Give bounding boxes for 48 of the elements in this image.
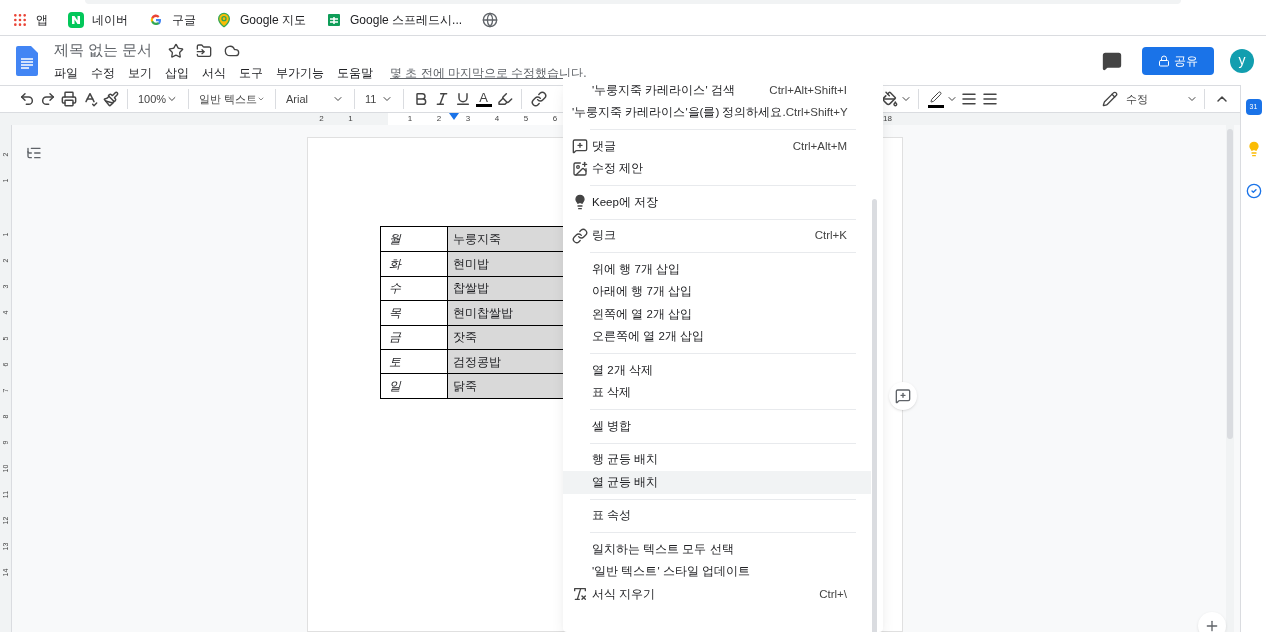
menu-option[interactable]: '일반 텍스트' 스타일 업데이트 (563, 560, 871, 583)
shortcut-label: Ctrl+Alt+M (792, 138, 847, 154)
ruler-number: 1 (347, 113, 354, 125)
ruler-number: 1 (406, 113, 414, 125)
menu-item[interactable]: 수정 (91, 63, 115, 82)
text-color-button[interactable]: A (473, 87, 494, 111)
menu-option[interactable]: Keep에 저장 (563, 191, 871, 214)
menu-item[interactable]: 서식 (202, 63, 226, 82)
menu-option[interactable]: 행 균등 배치 (563, 448, 871, 471)
menu-option[interactable]: 표 속성 (563, 504, 871, 527)
shortcut-label: Ctrl+Shift+Y (785, 105, 848, 121)
style-dropdown[interactable]: 일반 텍스트 (195, 87, 269, 111)
ruler-number: 2 (435, 113, 443, 125)
menu-item[interactable]: 도구 (239, 63, 263, 82)
font-size-dropdown[interactable]: 11 (361, 87, 397, 111)
bookmark[interactable]: 앱 (12, 10, 48, 29)
menu-option[interactable]: 댓글 Ctrl+Alt+M (563, 135, 871, 158)
shortcut-label: Ctrl+Alt+Shift+I (769, 82, 847, 98)
menu-item[interactable]: 삽입 (165, 63, 189, 82)
menu-option[interactable]: 셀 병합 (563, 415, 871, 438)
menu-item[interactable]: 부가기능 (276, 63, 324, 82)
ruler-number: 3 (464, 113, 472, 125)
bookmark[interactable]: Google 스프레드시... (326, 10, 463, 29)
document-title[interactable]: 제목 없는 문서 (54, 39, 153, 62)
font-dropdown[interactable]: Arial (282, 87, 348, 111)
menu-item[interactable]: 보기 (128, 63, 152, 82)
shortcut-label: Ctrl+K (814, 228, 847, 244)
menu-item[interactable]: 파일 (54, 63, 78, 82)
share-button[interactable]: 공유 (1142, 46, 1214, 75)
ruler-number: 6 (551, 113, 559, 125)
menu-option[interactable]: '누룽지죽 카레라이스'을(를) 정의하세요.Ctrl+Shift+Y (563, 101, 871, 124)
menu-option[interactable]: 일치하는 텍스트 모두 선택 (563, 538, 871, 561)
bookmark[interactable]: 구글 (148, 10, 196, 29)
menu-option[interactable]: 서식 지우기 Ctrl+\ (563, 583, 871, 606)
last-edit-link[interactable]: 몇 초 전에 마지막으로 수정했습니다. (390, 63, 587, 82)
shortcut-label: Ctrl+\ (819, 586, 847, 602)
ruler-number: 2 (318, 113, 325, 125)
ruler-number: 18 (883, 113, 892, 125)
menu-option[interactable]: '누룽지죽 카레라이스' 검색 Ctrl+Alt+Shift+I (563, 79, 871, 102)
bookmark[interactable]: 네이버 (68, 10, 128, 29)
ruler-number: 5 (522, 113, 530, 125)
menu-item[interactable]: 도움말 (337, 63, 373, 82)
ruler-number: 4 (493, 113, 501, 125)
menu-option[interactable]: 열 균등 배치 (563, 471, 871, 494)
menu-option[interactable]: 수정 제안 (563, 157, 871, 180)
bookmark[interactable]: Google 지도 (216, 10, 307, 29)
mode-dropdown[interactable]: 수정 (1102, 87, 1198, 111)
zoom-dropdown[interactable]: 100% (134, 87, 182, 111)
